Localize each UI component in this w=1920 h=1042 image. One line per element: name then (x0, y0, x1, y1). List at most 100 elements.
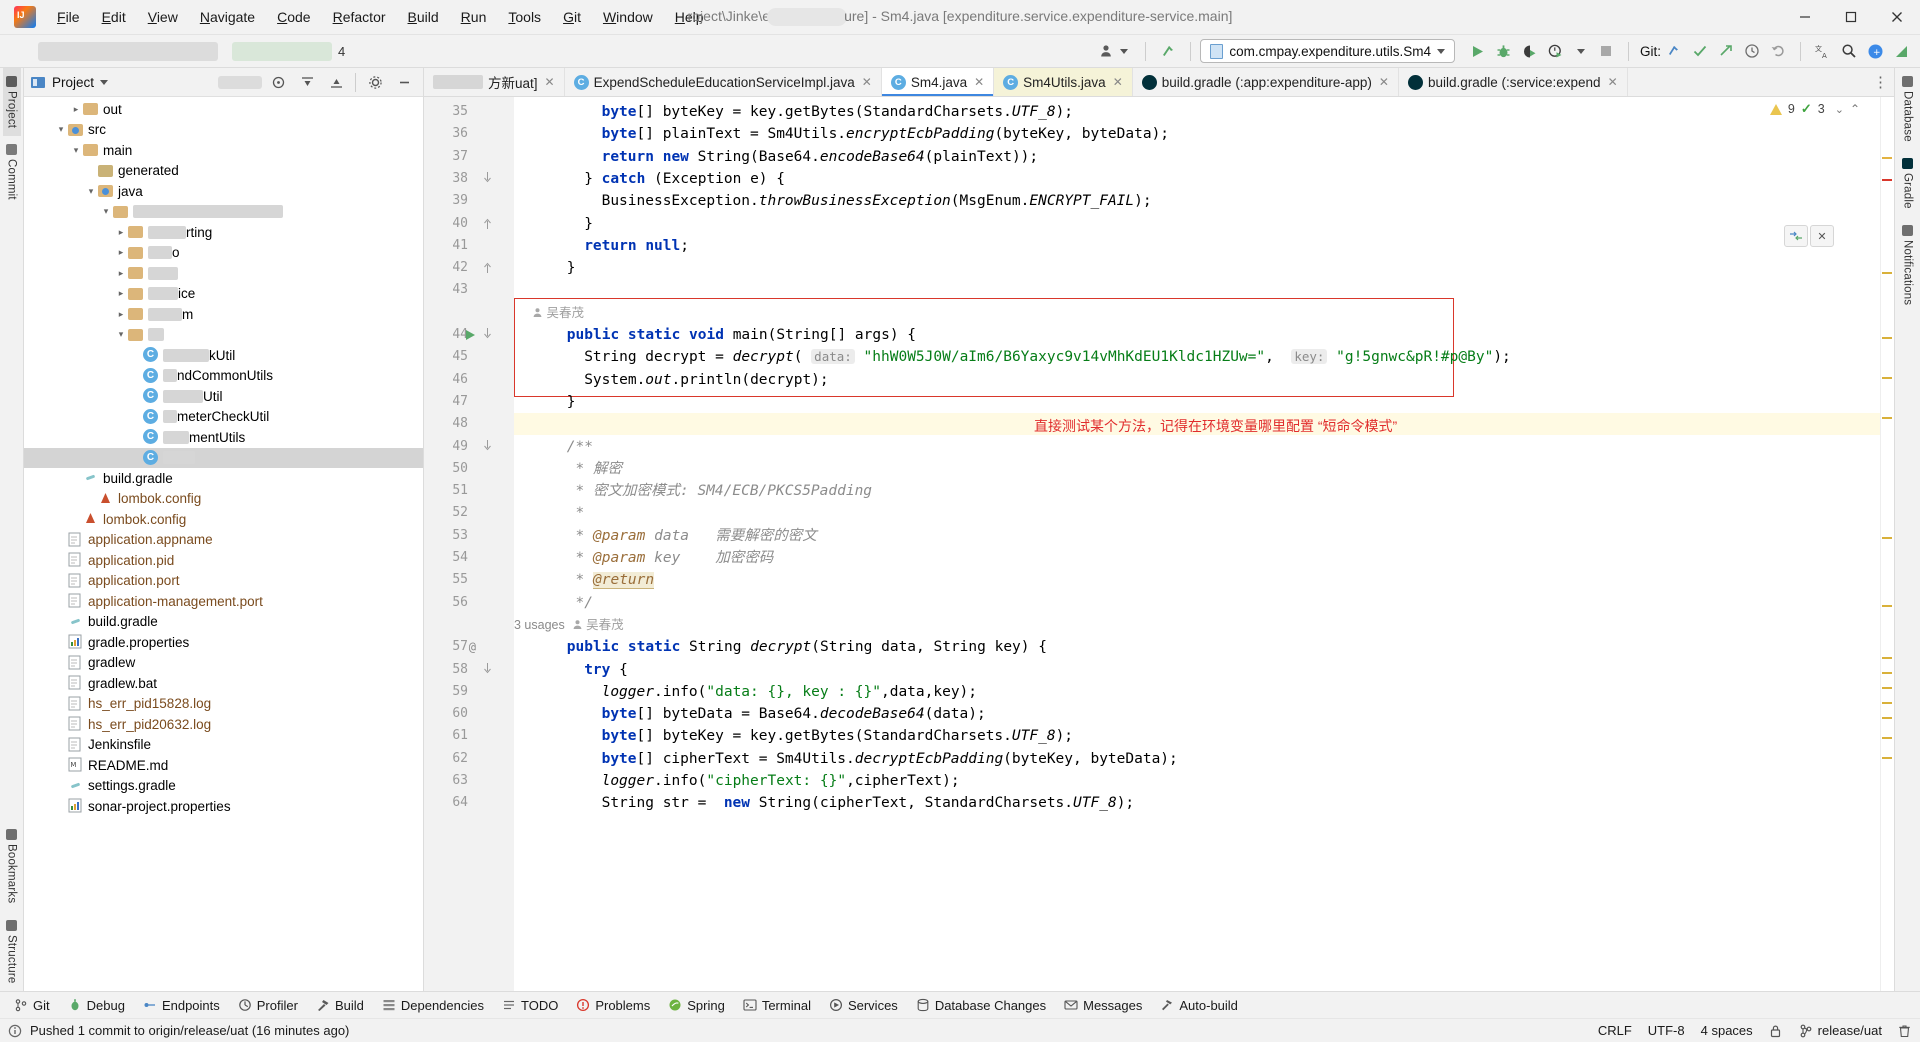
expand-all-icon[interactable] (294, 70, 320, 94)
code-line[interactable]: public static void main(String[] args) { (567, 324, 916, 346)
bottom-tool-messages[interactable]: Messages (1056, 995, 1150, 1016)
tab-bar-actions[interactable]: ⋮ (1867, 68, 1894, 96)
code-line[interactable]: String str = new String(cipherText, Stan… (602, 792, 1135, 814)
marker-stripe[interactable] (1882, 657, 1892, 659)
marker-stripe[interactable] (1882, 605, 1892, 607)
code-line[interactable]: } (584, 213, 593, 235)
editor-floating-actions[interactable]: ✕ (1784, 225, 1834, 247)
editor-tab[interactable]: C ExpendScheduleEducationServiceImpl.java… (565, 68, 882, 96)
search-icon[interactable] (1836, 39, 1862, 63)
code-line[interactable]: byte[] byteKey = key.getBytes(StandardCh… (602, 101, 1073, 123)
bottom-tool-profiler[interactable]: Profiler (230, 995, 306, 1016)
marker-stripe[interactable] (1882, 337, 1892, 339)
run-with-coverage-button[interactable] (1517, 39, 1543, 63)
fold-marker[interactable] (483, 439, 492, 456)
menu-view[interactable]: View (137, 5, 189, 29)
close-icon[interactable]: ✕ (1810, 225, 1834, 247)
code-line[interactable]: } (567, 257, 576, 279)
settings-icon[interactable]: + (1862, 39, 1888, 63)
code-line[interactable]: public static String decrypt(String data… (567, 636, 1047, 658)
code-line[interactable]: byte[] byteKey = key.getBytes(StandardCh… (602, 725, 1073, 747)
code-line[interactable]: return new String(Base64.encodeBase64(pl… (602, 146, 1039, 168)
sidebar-item-structure[interactable]: Structure (3, 912, 21, 991)
tree-node[interactable]: ▾ (24, 202, 423, 223)
menu-run[interactable]: Run (450, 5, 498, 29)
bottom-tool-spring[interactable]: Spring (660, 995, 733, 1016)
tree-node[interactable]: ▾ main (24, 140, 423, 161)
line-separator-indicator[interactable]: CRLF (1598, 1023, 1632, 1038)
translate-icon[interactable]: 文A (1810, 39, 1836, 63)
tree-node[interactable]: ▸ m (24, 304, 423, 325)
inspection-menu-icon[interactable]: ⌃ (1850, 102, 1860, 116)
checkmark-icon[interactable] (1687, 39, 1713, 63)
tree-node[interactable]: hs_err_pid20632.log (24, 714, 423, 735)
project-scope-chevron-icon[interactable] (100, 79, 109, 85)
menu-build[interactable]: Build (397, 5, 450, 29)
marker-stripe[interactable] (1882, 717, 1892, 719)
editor-tab[interactable]: C Sm4Utils.java ✕ (994, 68, 1133, 96)
code-line[interactable]: System.out.println(decrypt); (584, 369, 828, 391)
bottom-tool-endpoints[interactable]: Endpoints (135, 995, 228, 1016)
run-configuration-selector[interactable]: com.cmpay.expenditure.utils.Sm4 (1200, 39, 1455, 63)
run-gutter-icon[interactable] (465, 329, 476, 345)
menu-window[interactable]: Window (592, 5, 664, 29)
tree-node[interactable]: gradlew (24, 653, 423, 674)
marker-stripe[interactable] (1882, 687, 1892, 689)
editor-code-area[interactable]: 吴春茂 3 usages 吴春茂 直接测试某个方法，记得在环境变量哪里配置 “短命令… (514, 97, 1880, 991)
menu-file[interactable]: File (46, 5, 91, 29)
tree-expand-arrow[interactable]: ▾ (84, 186, 98, 197)
collapse-all-icon[interactable] (323, 70, 349, 94)
tree-expand-arrow[interactable]: ▾ (114, 329, 128, 340)
bottom-tool-database-changes[interactable]: Database Changes (908, 995, 1054, 1016)
fold-marker[interactable] (483, 662, 492, 679)
sidebar-item-commit[interactable]: Commit (3, 136, 21, 208)
code-line[interactable]: * @return (567, 569, 655, 591)
marker-stripe[interactable] (1882, 737, 1892, 739)
code-line[interactable]: } catch (Exception e) { (584, 168, 785, 190)
menu-help[interactable]: Help (664, 5, 715, 29)
code-line[interactable]: */ (567, 592, 593, 614)
settings-gear-icon[interactable] (362, 70, 388, 94)
close-tab-icon[interactable]: ✕ (545, 75, 555, 89)
marker-stripe[interactable] (1882, 157, 1892, 159)
chevron-down-icon[interactable]: ⌄ (1835, 103, 1844, 116)
tree-expand-arrow[interactable]: ▸ (114, 288, 128, 299)
tree-node[interactable]: gradlew.bat (24, 673, 423, 694)
tree-node[interactable]: ▸ o (24, 243, 423, 264)
code-line[interactable]: try { (584, 659, 628, 681)
history-icon[interactable] (1739, 39, 1765, 63)
editor-tab[interactable]: 方新uat] ✕ (424, 68, 565, 96)
editor-tab[interactable]: build.gradle (:app:expenditure-app) ✕ (1133, 68, 1399, 96)
tree-node[interactable]: Jenkinsfile (24, 735, 423, 756)
code-line[interactable]: } (567, 391, 576, 413)
bottom-tool-build[interactable]: Build (308, 995, 372, 1016)
code-line[interactable]: * @param key 加密密码 (567, 547, 774, 569)
sidebar-item-database[interactable]: Database (1899, 68, 1917, 150)
marker-stripe[interactable] (1882, 757, 1892, 759)
editor-tab[interactable]: build.gradle (:service:expend ✕ (1399, 68, 1628, 96)
code-line[interactable]: byte[] cipherText = Sm4Utils.decryptEcbP… (602, 748, 1178, 770)
tree-node[interactable]: ▾ java (24, 181, 423, 202)
user-account-chevron-icon[interactable] (1120, 48, 1129, 54)
bottom-tool-git[interactable]: Git (6, 995, 58, 1016)
tree-expand-arrow[interactable]: ▾ (69, 145, 83, 156)
code-line[interactable]: byte[] byteData = Base64.decodeBase64(da… (602, 703, 986, 725)
code-line[interactable]: String decrypt = decrypt( data: "hhW0W5J… (584, 346, 1511, 368)
tree-node[interactable]: ▸ rting (24, 222, 423, 243)
lock-icon[interactable] (1769, 1024, 1783, 1038)
usages-annotation[interactable]: 3 usages 吴春茂 (514, 614, 624, 636)
tree-node[interactable]: settings.gradle (24, 776, 423, 797)
update-project-icon[interactable] (1155, 39, 1181, 63)
maximize-button[interactable] (1828, 0, 1874, 35)
tree-node[interactable]: lombok.config (24, 509, 423, 530)
tree-node[interactable]: application.appname (24, 530, 423, 551)
close-tab-icon[interactable]: ✕ (1379, 75, 1389, 89)
window-controls[interactable] (1782, 0, 1920, 35)
menu-tools[interactable]: Tools (497, 5, 552, 29)
sidebar-item-bookmarks[interactable]: Bookmarks (3, 821, 21, 911)
tree-node[interactable]: ▾ (24, 325, 423, 346)
tree-node[interactable]: CkUtil (24, 345, 423, 366)
code-line[interactable]: logger.info("data: {}, key : {}",data,ke… (602, 681, 977, 703)
profiler-chevron-icon[interactable] (1576, 48, 1585, 54)
code-line[interactable]: BusinessException.throwBusinessException… (602, 190, 1152, 212)
